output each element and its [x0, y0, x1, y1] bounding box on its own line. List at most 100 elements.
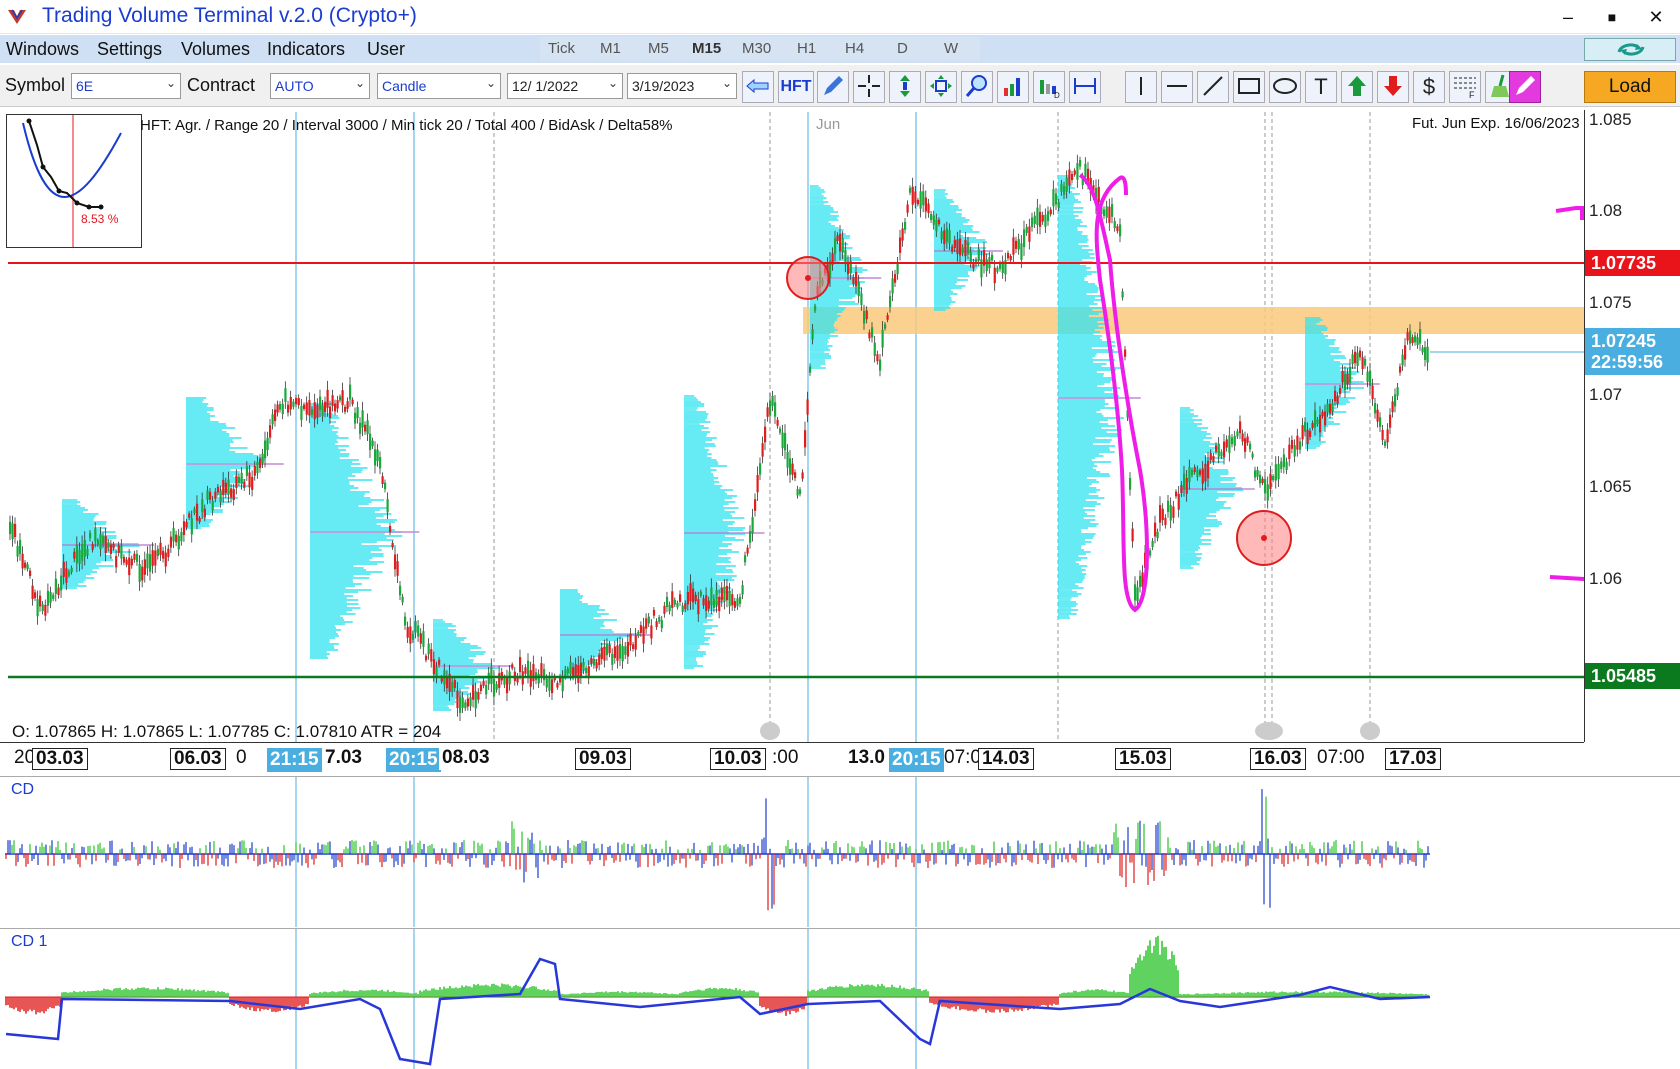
candle-body	[774, 402, 777, 417]
candle-body	[104, 536, 107, 553]
hft-button[interactable]: HFT	[778, 71, 814, 103]
candle-body	[1223, 441, 1226, 457]
candle-body	[996, 267, 999, 272]
svg-text:F: F	[1469, 90, 1475, 100]
candle-body	[1052, 189, 1055, 207]
contract-select[interactable]: AUTO ⌄	[270, 73, 370, 99]
menu-user[interactable]: User	[367, 39, 405, 60]
sync-button[interactable]	[1584, 38, 1676, 61]
tf-m15[interactable]: M15	[692, 40, 721, 57]
candle-body	[29, 570, 32, 577]
candle-body	[569, 661, 572, 675]
menu-settings[interactable]: Settings	[97, 39, 162, 60]
candle-body	[379, 457, 382, 469]
load-button[interactable]: Load	[1584, 71, 1676, 103]
candle-body	[384, 482, 387, 490]
date-from-value: 12/ 1/2022	[512, 78, 579, 94]
candle-body	[582, 662, 585, 671]
candle-body	[855, 272, 858, 287]
tf-h4[interactable]: H4	[845, 40, 864, 57]
candle-body	[406, 626, 409, 638]
sync-icon	[1617, 43, 1645, 56]
candle-body	[1319, 414, 1322, 433]
trend-line-tool[interactable]	[1197, 71, 1229, 103]
price-chart[interactable]	[0, 110, 1680, 742]
tf-tick[interactable]: Tick	[548, 40, 575, 57]
candle-body	[1129, 477, 1132, 490]
candle-body	[1274, 464, 1277, 481]
candle-body	[122, 557, 126, 563]
close-button[interactable]: ✕	[1636, 4, 1676, 30]
menu-indicators[interactable]: Indicators	[267, 39, 345, 60]
candle-body	[786, 451, 789, 468]
candle-body	[482, 680, 485, 686]
candle-body	[1354, 351, 1357, 364]
volume-profiles	[62, 175, 1380, 711]
candle-body	[271, 414, 274, 425]
fit-button[interactable]	[925, 71, 957, 103]
candle-body	[650, 625, 653, 639]
date-to-select[interactable]: 3/19/2023 ⌄	[627, 73, 737, 99]
text-tool[interactable]: T	[1305, 71, 1337, 103]
zoom-button[interactable]	[961, 71, 993, 103]
tf-d[interactable]: D	[897, 40, 908, 57]
delta-bars-button[interactable]: D	[1033, 71, 1065, 103]
candle-body	[689, 583, 692, 602]
volume-bars-button[interactable]	[997, 71, 1029, 103]
chart-type-select[interactable]: Candle ⌄	[377, 73, 501, 99]
cd-pane[interactable]: CD	[0, 776, 1680, 927]
candle-body	[1244, 438, 1247, 452]
candle-body	[211, 500, 214, 511]
candle-body	[198, 517, 201, 523]
sell-arrow-tool[interactable]	[1377, 71, 1409, 103]
candle-body	[1055, 193, 1058, 205]
date-from-select[interactable]: 12/ 1/2022 ⌄	[507, 73, 623, 99]
tf-h1[interactable]: H1	[797, 40, 816, 57]
symbol-select[interactable]: 6E ⌄	[71, 73, 181, 99]
cd1-pane[interactable]: CD 1	[0, 928, 1680, 1069]
candle-body	[731, 594, 734, 606]
range-button[interactable]	[1069, 71, 1101, 103]
tf-w[interactable]: W	[944, 40, 958, 57]
candle-body	[1201, 468, 1204, 484]
pencil-button[interactable]	[817, 71, 849, 103]
candle-body	[432, 659, 436, 675]
price-axis[interactable]: 1.085 1.08 1.075 1.07 1.065 1.06	[1584, 110, 1680, 742]
candle-body	[1207, 460, 1210, 479]
candle-body	[303, 404, 306, 409]
bars-icon	[1004, 78, 1020, 96]
time-label: 07:0	[944, 747, 981, 768]
candle-body	[868, 332, 871, 339]
rectangle-tool[interactable]	[1233, 71, 1265, 103]
candle-body	[1239, 421, 1242, 434]
candle-body	[89, 532, 92, 539]
buy-arrow-tool[interactable]	[1341, 71, 1373, 103]
time-axis[interactable]: 20 03.03 06.03 0 21:15 7.03 20:15 08.03 …	[0, 742, 1584, 772]
marker-tool[interactable]	[1509, 71, 1541, 103]
candle-body	[1113, 221, 1116, 229]
crosshair-button[interactable]	[853, 71, 885, 103]
ellipse-tool[interactable]	[1269, 71, 1301, 103]
candle-body	[289, 397, 292, 410]
candle-body	[1188, 467, 1191, 482]
candle-body	[943, 230, 946, 245]
vertical-line-tool[interactable]	[1125, 71, 1157, 103]
menu-windows[interactable]: Windows	[6, 39, 79, 60]
horizontal-line-tool[interactable]	[1161, 71, 1193, 103]
chart-info: HFT: Agr. / Range 20 / Interval 3000 / M…	[140, 117, 673, 134]
fibonacci-tool[interactable]: F	[1449, 71, 1481, 103]
menu-volumes[interactable]: Volumes	[181, 39, 250, 60]
tf-m5[interactable]: M5	[648, 40, 669, 57]
candle-body	[91, 544, 94, 550]
snapshot-button[interactable]	[742, 71, 774, 103]
candle-body	[1159, 505, 1162, 523]
vertical-scale-button[interactable]	[889, 71, 921, 103]
tf-m30[interactable]: M30	[742, 40, 771, 57]
time-highlight: 20:15	[386, 748, 441, 772]
price-label-tool[interactable]: $	[1413, 71, 1445, 103]
minimize-button[interactable]: –	[1548, 4, 1588, 30]
candle-body	[681, 605, 684, 612]
candle-body	[461, 697, 464, 708]
tf-m1[interactable]: M1	[600, 40, 621, 57]
maximize-button[interactable]: ■	[1592, 4, 1632, 30]
